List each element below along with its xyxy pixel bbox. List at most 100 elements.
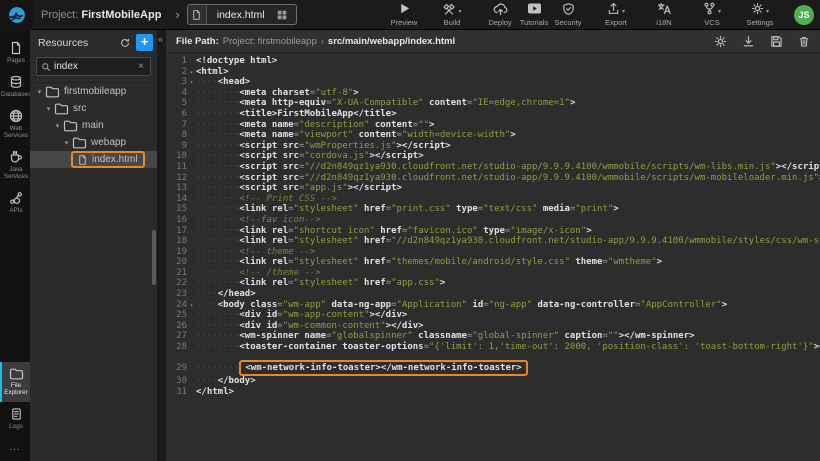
file-path-label: File Path:	[176, 36, 219, 47]
panel-divider[interactable]: «	[157, 30, 166, 461]
left-icon-sidebar: PagesDatabasesWebServicesJavaServicesAPI…	[0, 30, 30, 461]
fold-arrow-icon[interactable]: ▾	[187, 78, 196, 89]
code-line-23[interactable]: 23····</head>	[166, 289, 820, 300]
resources-panel: Resources + × ▾firstmobileapp▾src▾main▾w…	[30, 30, 157, 461]
sidebar-item-logs[interactable]: Logs	[0, 402, 30, 436]
resources-header: Resources +	[30, 30, 157, 55]
code-line-10[interactable]: 10········<script src="cordova.js"></scr…	[166, 151, 820, 162]
code-editor[interactable]: 1<!doctype html>2▾<html>3▾····<head>4···…	[166, 53, 820, 461]
gear-icon[interactable]	[714, 35, 727, 48]
code-line-4[interactable]: 4········<meta charset="utf-8">	[166, 88, 820, 99]
code-line-1[interactable]: 1<!doctype html>	[166, 56, 820, 67]
code-line-21[interactable]: 21········<!-- /theme -->	[166, 268, 820, 279]
grid-icon[interactable]	[275, 9, 296, 21]
fold-arrow-icon[interactable]: ▾	[187, 68, 196, 79]
more-options-button[interactable]: ...	[0, 436, 30, 461]
clear-search-icon[interactable]: ×	[136, 61, 146, 72]
export-icon	[607, 2, 620, 15]
expand-caret-icon[interactable]: ▾	[44, 105, 53, 113]
file-path-separator: ›	[321, 36, 324, 47]
preview-button[interactable]: Preview	[387, 2, 421, 27]
code-line-6[interactable]: 6········<title>FirstMobileApp</title>	[166, 109, 820, 120]
app-logo[interactable]	[0, 0, 33, 30]
caret-down-icon: ▾	[766, 8, 769, 15]
deploy-button[interactable]: Deploy	[483, 2, 517, 27]
code-line-30[interactable]: 30····</body>	[166, 376, 820, 387]
code-line-27[interactable]: 27········<wm-spinner name="globalspinne…	[166, 331, 820, 342]
trash-icon[interactable]	[798, 35, 810, 48]
search-icon	[41, 62, 51, 72]
security-button[interactable]: Security	[551, 2, 585, 27]
code-line-20[interactable]: 20········<link rel="stylesheet" href="t…	[166, 257, 820, 268]
folder-icon	[54, 102, 69, 115]
tree-item-main[interactable]: ▾main	[30, 117, 157, 134]
code-line-19[interactable]: 19········<!-- theme -->	[166, 247, 820, 258]
cup-icon	[9, 150, 23, 164]
fold-arrow-icon[interactable]: ▾	[187, 301, 196, 312]
code-line-9[interactable]: 9········<script src="wmProperties.js"><…	[166, 141, 820, 152]
sidebar-item-apis[interactable]: APIs	[0, 186, 30, 220]
code-line-22[interactable]: 22········<link rel="stylesheet" href="a…	[166, 278, 820, 289]
code-line-24[interactable]: 24▾····<body class="wm-app" data-ng-app=…	[166, 300, 820, 311]
code-line-15[interactable]: 15········<link rel="stylesheet" href="p…	[166, 204, 820, 215]
sidebar-item-databases[interactable]: Databases	[0, 70, 30, 104]
download-icon[interactable]	[742, 35, 755, 48]
sidebar-item-pages[interactable]: Pages	[0, 36, 30, 70]
code-line-12[interactable]: 12········<script src="//d2n849qz1ya930.…	[166, 173, 820, 184]
tree-item-src[interactable]: ▾src	[30, 100, 157, 117]
code-line-16[interactable]: 16········<!--fav icon-->	[166, 215, 820, 226]
file-path-value: src/main/webapp/index.html	[328, 36, 455, 47]
wavemaker-studio-window: Project: FirstMobileApp › index.html Pre…	[0, 0, 820, 461]
resource-search: ×	[36, 57, 151, 76]
user-avatar[interactable]: JS	[794, 5, 814, 25]
code-line-11[interactable]: 11········<script src="//d2n849qz1ya930.…	[166, 162, 820, 173]
vcs-button[interactable]: ▾VCS	[695, 2, 729, 27]
export-button[interactable]: ▾Export	[599, 2, 633, 27]
toolbar-right-actions: Security ▾Export i18N ▾VCS ▾Settings JS	[551, 2, 814, 27]
settings-button[interactable]: ▾Settings	[743, 2, 777, 27]
save-icon[interactable]	[770, 35, 783, 48]
code-line-29[interactable]: 29········<wm-network-info-toaster></wm-…	[166, 360, 820, 377]
code-line-25[interactable]: 25········<div id="wm-app-content"></div…	[166, 310, 820, 321]
folder-icon	[63, 119, 78, 132]
sidebar-item-web-services[interactable]: WebServices	[0, 104, 30, 145]
vcs-icon	[703, 2, 716, 15]
tab-index-html[interactable]: index.html	[187, 4, 297, 25]
file-tree: ▾firstmobileapp▾src▾main▾webapp index.htm…	[30, 82, 157, 461]
code-line-5[interactable]: 5········<meta http-equiv="X-UA-Compatib…	[166, 98, 820, 109]
code-line-28[interactable]: 28········<toaster-container toaster-opt…	[166, 342, 820, 353]
tree-item-webapp[interactable]: ▾webapp	[30, 134, 157, 151]
search-input[interactable]	[51, 61, 136, 72]
tutorials-button[interactable]: Tutorials	[517, 2, 551, 27]
code-line-3[interactable]: 3▾····<head>	[166, 77, 820, 88]
sidebar-item-java-services[interactable]: JavaServices	[0, 145, 30, 186]
file-icon	[77, 154, 88, 166]
expand-caret-icon[interactable]: ▾	[35, 88, 44, 96]
main-content: File Path: Project: firstmobileapp › src…	[166, 30, 820, 461]
code-line-18[interactable]: 18········<link rel="stylesheet" href="/…	[166, 236, 820, 247]
tree-item-index-html[interactable]: index.html	[30, 151, 157, 168]
gear-icon	[751, 2, 764, 15]
code-line-14[interactable]: 14········<!-- Print CSS -->	[166, 194, 820, 205]
highlight-box: <wm-network-info-toaster></wm-network-in…	[239, 360, 527, 377]
collapse-panel-icon[interactable]: «	[158, 34, 163, 44]
add-resource-button[interactable]: +	[136, 34, 153, 51]
sidebar-item-file-explorer[interactable]: FileExplorer	[0, 362, 30, 402]
expand-caret-icon[interactable]: ▾	[62, 139, 71, 147]
code-line-13[interactable]: 13········<script src="app.js"></script>	[166, 183, 820, 194]
tab-label: index.html	[207, 9, 275, 21]
file-actions	[714, 35, 810, 48]
tree-item-label: index.html	[92, 154, 138, 165]
code-line-31[interactable]: 31</html>	[166, 387, 820, 398]
tree-item-firstmobileapp[interactable]: ▾firstmobileapp	[30, 83, 157, 100]
refresh-icon[interactable]	[119, 37, 131, 49]
code-line-2[interactable]: 2▾<html>	[166, 67, 820, 78]
code-line-7[interactable]: 7········<meta name="description" conten…	[166, 120, 820, 131]
panel-scrollbar[interactable]	[152, 230, 156, 285]
build-button[interactable]: ▾Build	[435, 2, 469, 27]
code-line-26[interactable]: 26········<div id="wm-common-content"></…	[166, 321, 820, 332]
code-line-8[interactable]: 8········<meta name="viewport" content="…	[166, 130, 820, 141]
code-line-17[interactable]: 17········<link rel="shortcut icon" href…	[166, 226, 820, 237]
expand-caret-icon[interactable]: ▾	[53, 122, 62, 130]
i18n-button[interactable]: i18N	[647, 2, 681, 27]
